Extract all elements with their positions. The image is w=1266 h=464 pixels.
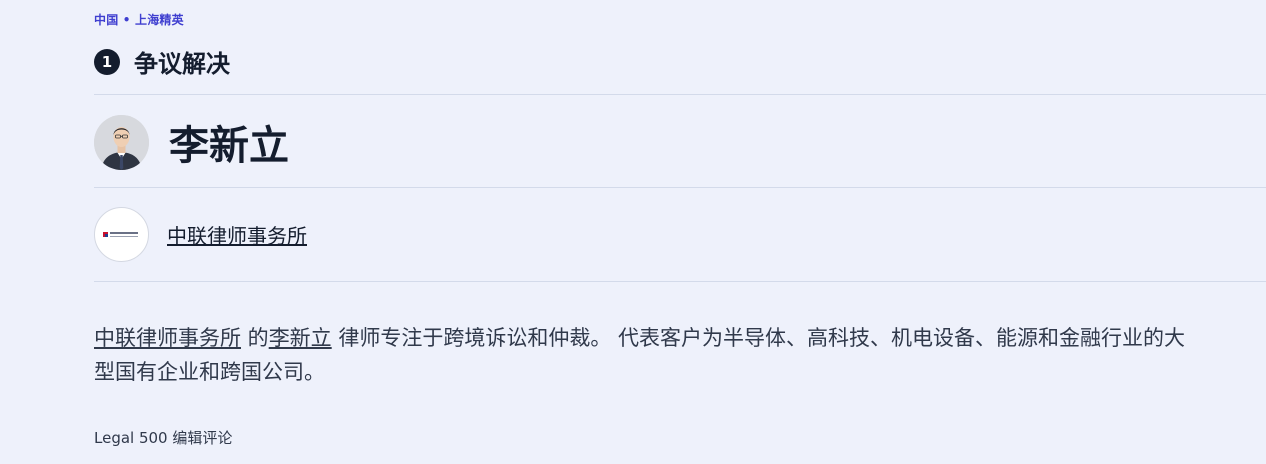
firm-logo-icon	[102, 231, 138, 237]
divider	[94, 281, 1266, 282]
lawyer-row: 李新立	[94, 113, 289, 171]
portrait-icon	[94, 114, 149, 170]
ranking-card: 中国 • 上海精英 1 争议解决 李新立 中联律师事务所 中联律师事务所 的李新…	[0, 0, 1266, 464]
divider	[94, 94, 1266, 95]
description-connector: 的	[241, 326, 269, 350]
firm-link[interactable]: 中联律师事务所	[167, 220, 307, 249]
breadcrumb[interactable]: 中国 • 上海精英	[94, 11, 184, 28]
firm-row: 中联律师事务所	[94, 207, 307, 262]
practice-area-title: 争议解决	[134, 50, 230, 78]
description-lawyer-link[interactable]: 李新立	[269, 326, 332, 350]
description: 中联律师事务所 的李新立 律师专注于跨境诉讼和仲裁。 代表客户为半导体、高科技、…	[94, 321, 1204, 389]
rank-badge: 1	[94, 48, 120, 75]
editorial-source: Legal 500 编辑评论	[94, 429, 233, 447]
lawyer-name: 李新立	[169, 123, 289, 169]
ranking-header: 1 争议解决	[94, 44, 230, 79]
description-firm-link[interactable]: 中联律师事务所	[94, 326, 241, 350]
lawyer-avatar[interactable]	[94, 114, 149, 170]
firm-logo[interactable]	[94, 207, 149, 262]
divider	[94, 187, 1266, 188]
